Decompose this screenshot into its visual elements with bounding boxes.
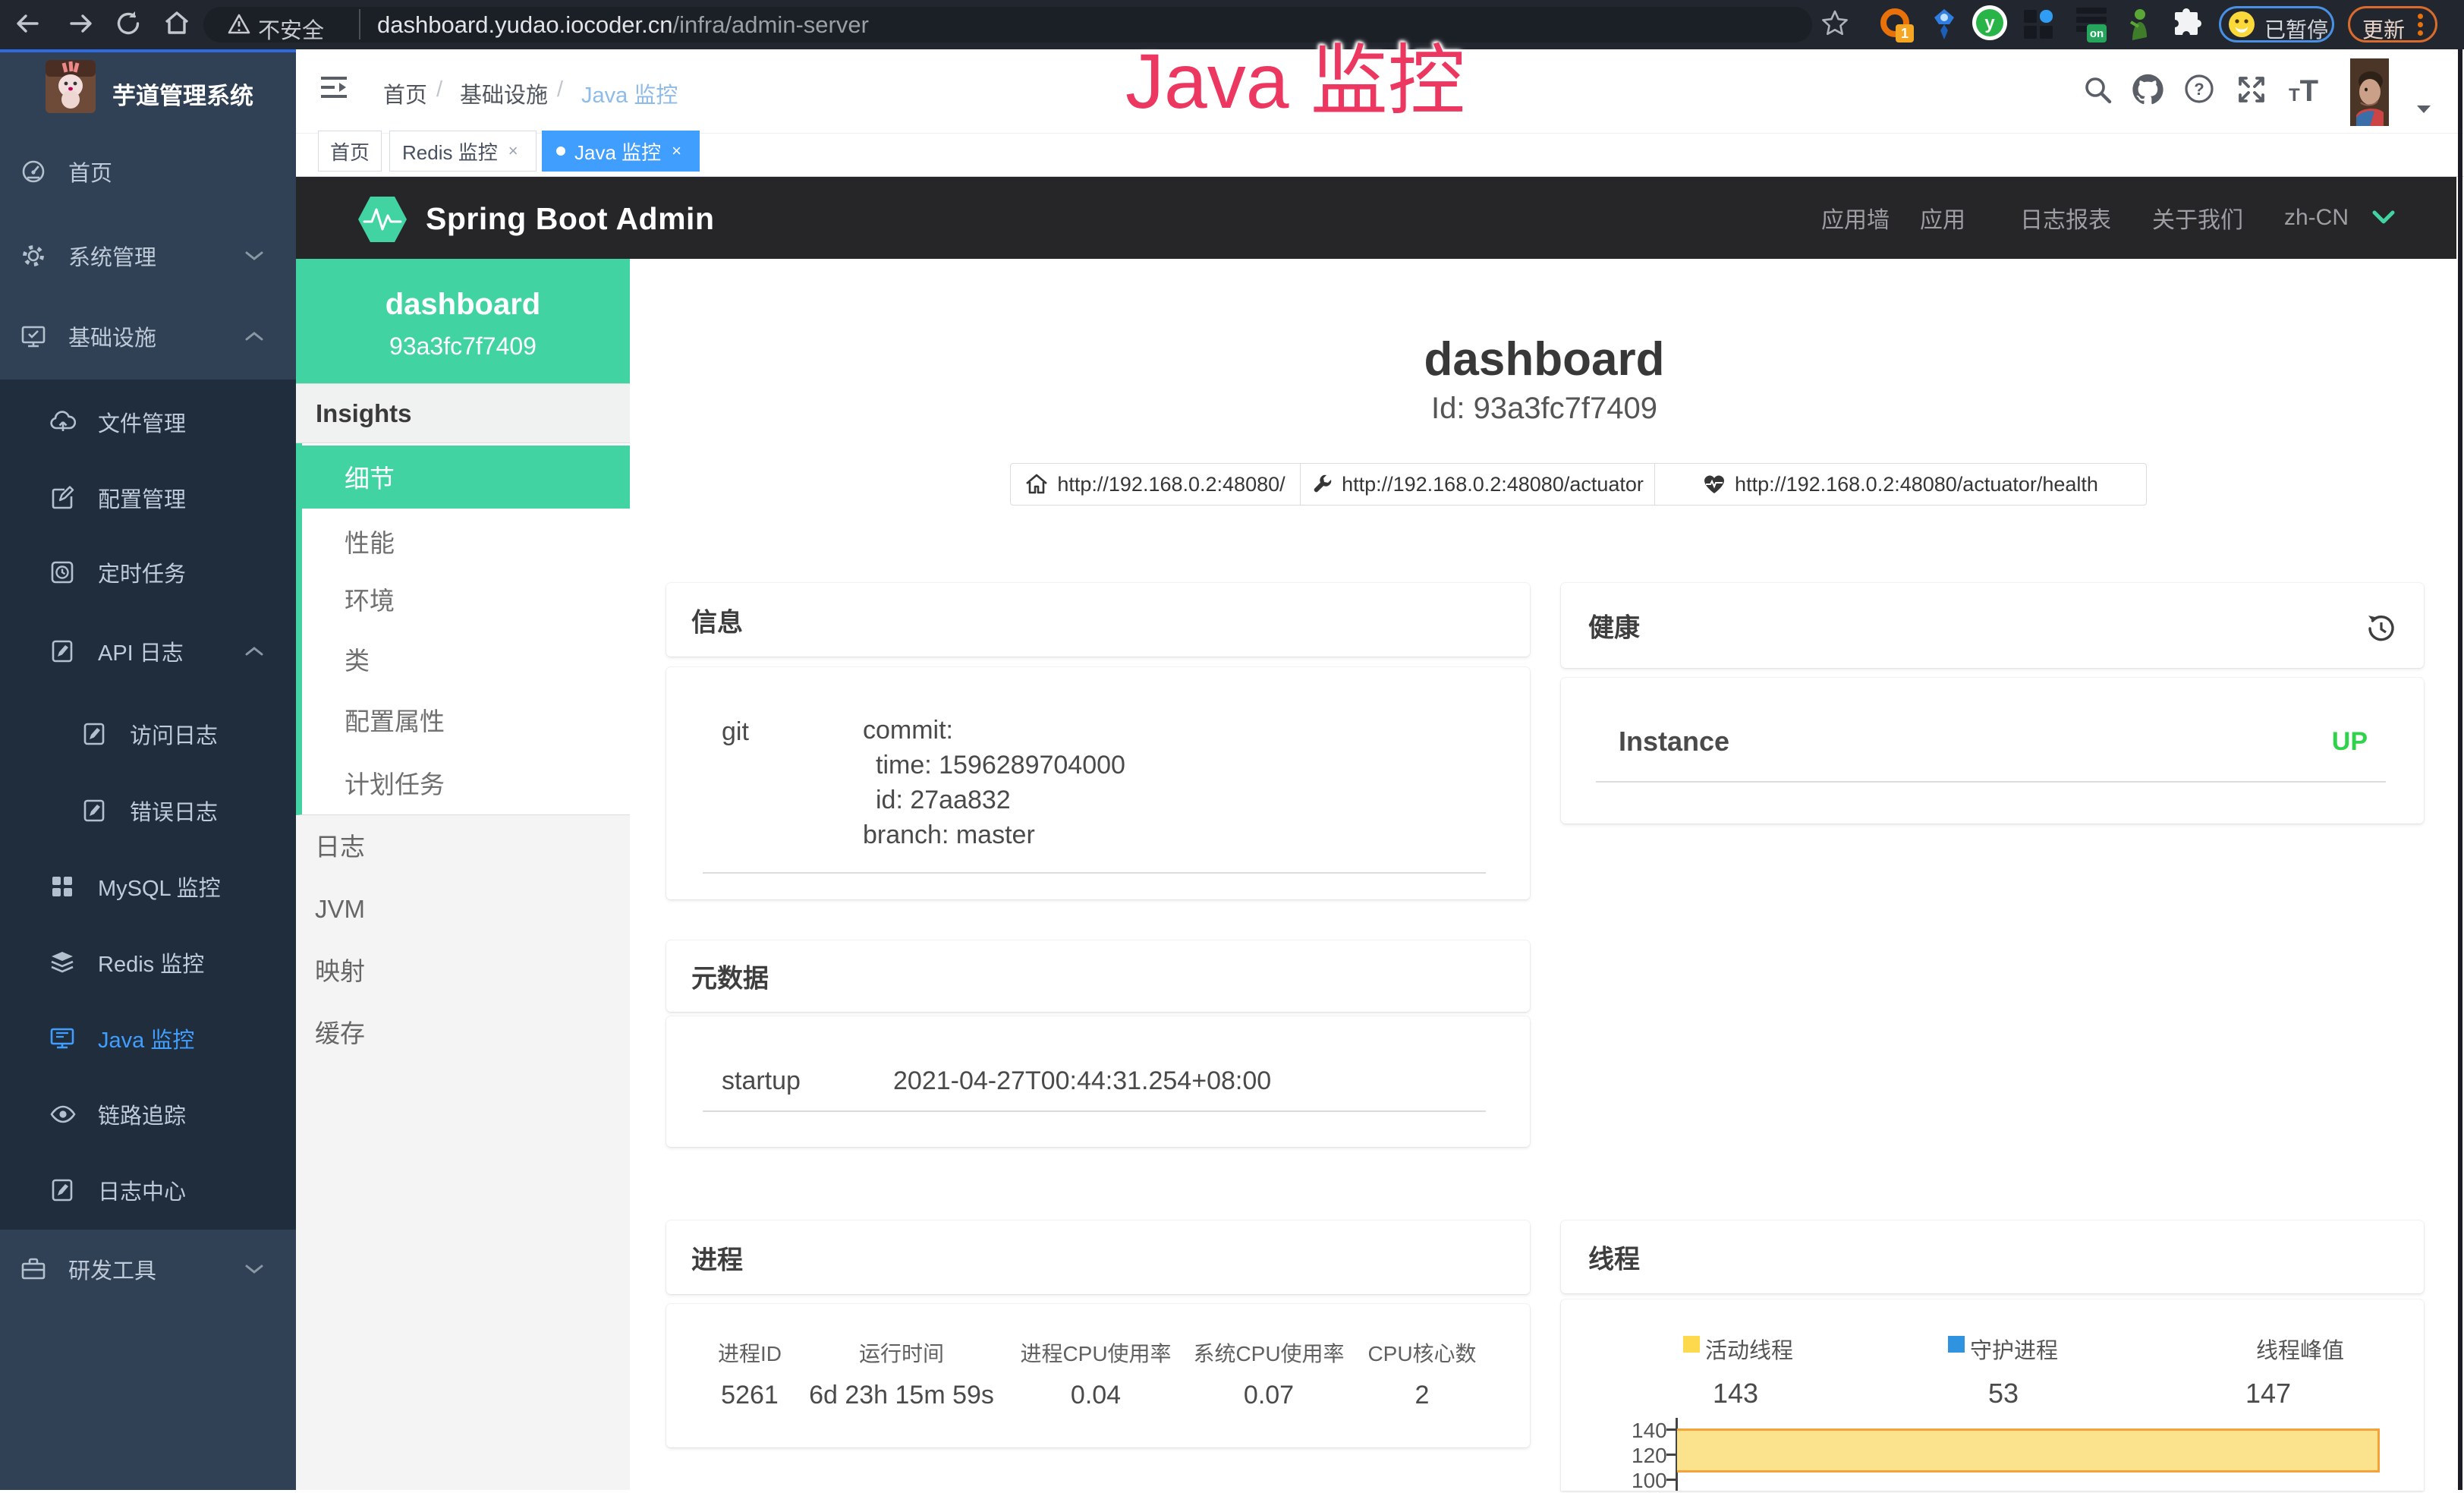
- svg-text:?: ?: [2194, 80, 2204, 99]
- svg-text:y: y: [1984, 13, 1995, 33]
- svg-text:on: on: [2090, 27, 2104, 40]
- svg-text:1: 1: [1901, 26, 1909, 41]
